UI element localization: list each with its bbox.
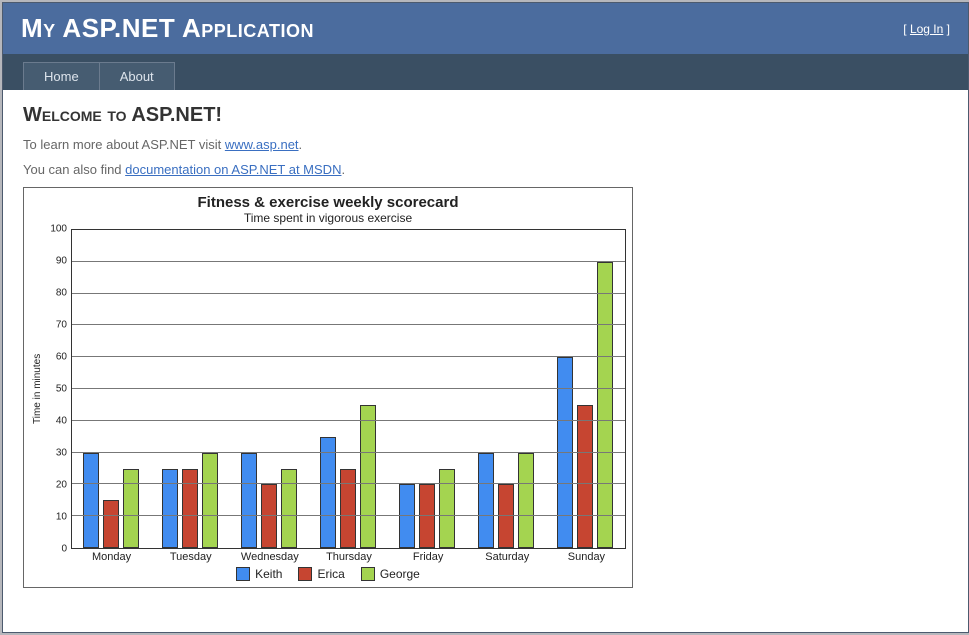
- legend-swatch: [298, 567, 312, 581]
- bar-erica: [498, 484, 514, 548]
- x-tick: Thursday: [309, 549, 388, 563]
- legend-label: Erica: [317, 567, 344, 581]
- bar-keith: [399, 484, 415, 548]
- y-tick: 90: [56, 256, 67, 267]
- y-tick: 80: [56, 288, 67, 299]
- bar-erica: [419, 484, 435, 548]
- chart-plot-area: Time in minutes 0102030405060708090100: [30, 229, 626, 549]
- bar-george: [360, 405, 376, 548]
- bar-keith: [241, 453, 257, 548]
- bar-keith: [83, 453, 99, 548]
- bar-group: [309, 230, 388, 548]
- gridline: [72, 293, 625, 294]
- bar-george: [439, 469, 455, 549]
- bar-george: [202, 453, 218, 548]
- chart-legend: Keith Erica George: [30, 563, 626, 585]
- bar-keith: [162, 469, 178, 549]
- gridline: [72, 515, 625, 516]
- page-heading: Welcome to ASP.NET!: [23, 104, 948, 127]
- legend-swatch: [361, 567, 375, 581]
- gridline: [72, 483, 625, 484]
- bar-george: [123, 469, 139, 549]
- chart-subtitle: Time spent in vigorous exercise: [30, 211, 626, 225]
- x-tick: Wednesday: [230, 549, 309, 563]
- app-page: My ASP.NET Application [ Log In ] Home A…: [2, 2, 969, 633]
- y-tick: 0: [61, 544, 67, 555]
- y-tick: 50: [56, 384, 67, 395]
- y-tick: 100: [50, 224, 67, 235]
- nav-tab-about[interactable]: About: [99, 62, 175, 90]
- x-tick: Friday: [389, 549, 468, 563]
- main-content: Welcome to ASP.NET! To learn more about …: [3, 90, 968, 632]
- legend-label: George: [380, 567, 420, 581]
- bar-erica: [182, 469, 198, 549]
- gridline: [72, 388, 625, 389]
- header-bar: My ASP.NET Application [ Log In ]: [3, 3, 968, 54]
- y-axis-label: Time in minutes: [30, 229, 45, 549]
- login-link[interactable]: Log In: [910, 22, 943, 36]
- fitness-chart: Fitness & exercise weekly scorecard Time…: [23, 187, 633, 588]
- link-msdn[interactable]: documentation on ASP.NET at MSDN: [125, 162, 341, 177]
- legend-item-erica: Erica: [298, 567, 344, 581]
- intro-para-1: To learn more about ASP.NET visit www.as…: [23, 137, 948, 152]
- y-tick: 20: [56, 480, 67, 491]
- bar-group: [72, 230, 151, 548]
- link-aspnet[interactable]: www.asp.net: [225, 137, 299, 152]
- bar-erica: [340, 469, 356, 549]
- y-tick: 30: [56, 448, 67, 459]
- bar-groups: [72, 230, 625, 548]
- bar-group: [467, 230, 546, 548]
- x-tick: Saturday: [468, 549, 547, 563]
- y-tick: 60: [56, 352, 67, 363]
- gridline: [72, 324, 625, 325]
- bar-erica: [261, 484, 277, 548]
- x-tick: Tuesday: [151, 549, 230, 563]
- gridline: [72, 356, 625, 357]
- x-tick: Sunday: [547, 549, 626, 563]
- chart-title: Fitness & exercise weekly scorecard: [30, 194, 626, 211]
- bar-erica: [577, 405, 593, 548]
- nav-tab-home[interactable]: Home: [23, 62, 100, 90]
- y-tick: 10: [56, 512, 67, 523]
- legend-label: Keith: [255, 567, 282, 581]
- gridline: [72, 420, 625, 421]
- bar-keith: [478, 453, 494, 548]
- bar-erica: [103, 500, 119, 548]
- bar-group: [151, 230, 230, 548]
- legend-swatch: [236, 567, 250, 581]
- gridline: [72, 452, 625, 453]
- bar-group: [546, 230, 625, 548]
- y-tick: 70: [56, 320, 67, 331]
- bar-george: [281, 469, 297, 549]
- x-axis-ticks: MondayTuesdayWednesdayThursdayFridaySatu…: [72, 549, 626, 563]
- y-axis-ticks: 0102030405060708090100: [45, 229, 71, 549]
- app-title: My ASP.NET Application: [21, 13, 314, 44]
- x-tick: Monday: [72, 549, 151, 563]
- y-tick: 40: [56, 416, 67, 427]
- legend-item-keith: Keith: [236, 567, 282, 581]
- nav-tabs: Home About: [23, 62, 968, 90]
- bar-george: [597, 262, 613, 548]
- gridline: [72, 261, 625, 262]
- bar-george: [518, 453, 534, 548]
- intro-para-2: You can also find documentation on ASP.N…: [23, 162, 948, 177]
- legend-item-george: George: [361, 567, 420, 581]
- login-display: [ Log In ]: [903, 22, 950, 36]
- nav-strip: Home About: [3, 54, 968, 90]
- bar-group: [230, 230, 309, 548]
- bar-group: [388, 230, 467, 548]
- plot-canvas: [71, 229, 626, 549]
- bar-keith: [320, 437, 336, 548]
